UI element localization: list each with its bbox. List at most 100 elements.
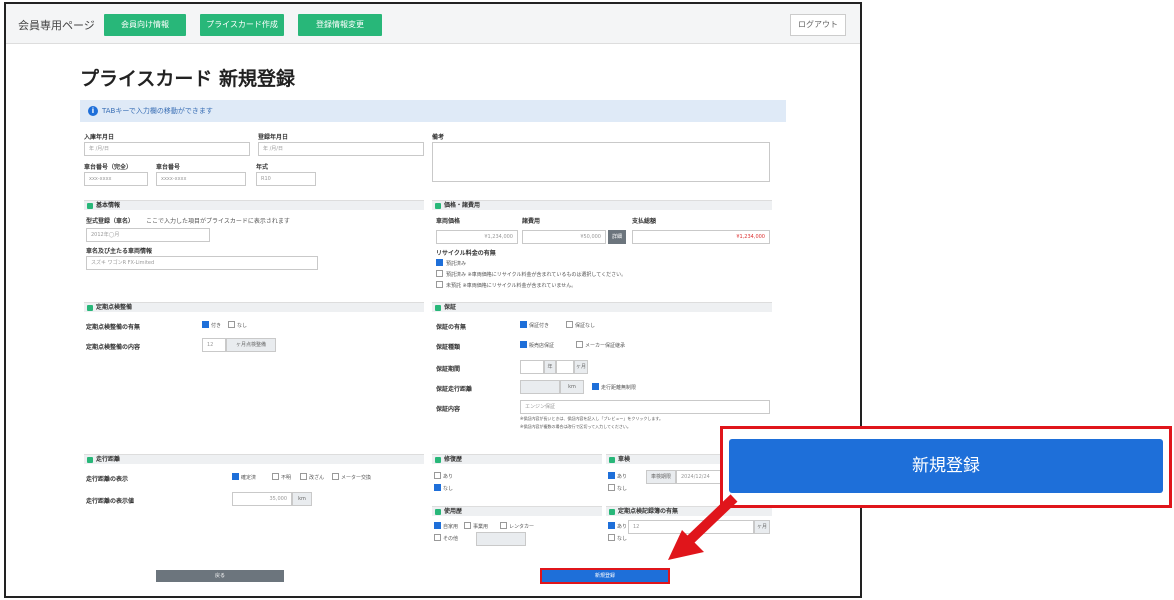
vehicle-inspection-expiry-input[interactable]: 2024/12/24 — [676, 470, 726, 484]
nav-member-info-button[interactable]: 会員向け情報 — [104, 14, 186, 36]
maintenance-no-checkbox[interactable] — [608, 534, 615, 541]
warranty-type-label: 保証種類 — [436, 344, 461, 351]
warranty-yes-checkbox[interactable] — [520, 321, 527, 328]
register-date-input[interactable]: 年 /月/日 — [84, 142, 250, 156]
register-button-enlarged[interactable]: 新規登録 — [729, 439, 1163, 493]
warranty-detail-label: 保証内容 — [436, 406, 461, 413]
mileage-confirmed-label: 確定済 — [241, 475, 257, 481]
warranty-month-unit: ヶ月 — [574, 360, 588, 374]
registration-date-input[interactable]: 年 /月/日 — [258, 142, 424, 156]
total-price-label: 支払総額 — [632, 218, 657, 225]
page-title: プライスカード 新規登録 — [80, 68, 296, 90]
warranty-month-input[interactable] — [556, 360, 574, 374]
warranty-dealer-checkbox[interactable] — [520, 341, 527, 348]
vehicle-number2-input[interactable]: xxxx-xxxx — [156, 172, 246, 186]
mileage-unit: km — [292, 492, 312, 506]
year-input[interactable]: R10 — [256, 172, 316, 186]
warranty-no-checkbox[interactable] — [566, 321, 573, 328]
warranty-note-1: ※保証内容が長いときは、保証内容を記入し「プレビュー」をクリックします。 — [520, 416, 663, 421]
remarks-label: 備考 — [432, 134, 445, 141]
inspection-yes-checkbox[interactable] — [202, 321, 209, 328]
expenses-label: 諸費用 — [522, 218, 541, 225]
warranty-year-unit: 年 — [544, 360, 556, 374]
warranty-distance-unit: km — [560, 380, 584, 394]
inspection-no-label: なし — [237, 323, 248, 329]
registration-date-label: 登録年月日 — [258, 134, 289, 141]
warranty-detail-input[interactable]: エンジン保証 — [520, 400, 770, 414]
vehicle-price-label: 車両価格 — [436, 218, 461, 225]
mileage-value-input[interactable]: 35,000 — [232, 492, 292, 506]
total-price-input[interactable]: ¥1,234,000 — [632, 230, 770, 244]
back-button[interactable]: 戻る — [156, 570, 284, 582]
recycle-option-1-checkbox[interactable] — [436, 259, 443, 266]
warranty-note-2: ※保証内容が複数の場合は改行で区切って入力してください。 — [520, 424, 631, 429]
top-navigation-bar: 会員専用ページ 会員向け情報 プライスカード作成 登録情報変更 ログアウト — [6, 4, 860, 44]
section-repair-history: 修復歴 — [432, 454, 602, 464]
maintenance-yes-checkbox[interactable] — [608, 522, 615, 529]
warranty-presence-label: 保証の有無 — [436, 324, 467, 331]
mileage-tampered-checkbox[interactable] — [300, 473, 307, 480]
inspection-yes-label: 付き — [211, 323, 222, 329]
recycle-option-2-checkbox[interactable] — [436, 270, 443, 277]
vehicle-number-input[interactable]: xxx-xxxx — [84, 172, 148, 186]
mileage-presence-label: 走行距離の表示 — [86, 476, 129, 483]
repair-no-label: なし — [443, 486, 454, 492]
expenses-input[interactable]: ¥50,000 — [522, 230, 606, 244]
usage-business-label: 事業用 — [473, 524, 489, 530]
warranty-no-label: 保証なし — [575, 323, 596, 329]
inspection-no-checkbox[interactable] — [228, 321, 235, 328]
logout-button[interactable]: ログアウト — [790, 14, 846, 36]
mileage-confirmed-checkbox[interactable] — [232, 473, 239, 480]
maintenance-value-input[interactable]: 12 — [628, 520, 754, 534]
maintenance-no-label: なし — [617, 536, 628, 542]
recycle-option-2-label: 預託済み ※車両価格にリサイクル料金が含まれているものは選択してください。 — [446, 272, 627, 278]
inspection-presence-label: 定期点検整備の有無 — [86, 324, 141, 331]
nav-registration-info-button[interactable]: 登録情報変更 — [298, 14, 382, 36]
warranty-year-input[interactable] — [520, 360, 544, 374]
vehicle-number2-label: 車台番号 — [156, 164, 181, 171]
warranty-distance-input[interactable] — [520, 380, 560, 394]
nav-price-card-button[interactable]: プライスカード作成 — [200, 14, 284, 36]
section-inspection: 定期点検整備 — [84, 302, 424, 312]
warranty-maker-checkbox[interactable] — [576, 341, 583, 348]
vehicle-price-input[interactable]: ¥1,234,000 — [436, 230, 518, 244]
inspection-content-input[interactable]: 12 — [202, 338, 226, 352]
remarks-textarea[interactable] — [432, 142, 770, 182]
section-warranty: 保証 — [432, 302, 772, 312]
info-banner: i TABキーで入力欄の移動ができます — [80, 100, 786, 122]
vehicle-number-label: 車台番号（完全） — [84, 164, 133, 171]
speedometer-icon — [87, 457, 93, 463]
info-icon: i — [88, 106, 98, 116]
mileage-value-label: 走行距離の表示値 — [86, 498, 135, 505]
callout-highlight-box: 新規登録 — [720, 426, 1172, 508]
usage-rental-checkbox[interactable] — [500, 522, 507, 529]
repair-yes-checkbox[interactable] — [434, 472, 441, 479]
warranty-unlimited-label: 走行距離無制限 — [601, 385, 637, 391]
recycle-option-3-checkbox[interactable] — [436, 281, 443, 288]
usage-other-checkbox[interactable] — [434, 534, 441, 541]
usage-private-checkbox[interactable] — [434, 522, 441, 529]
expenses-detail-button[interactable]: 詳細 — [608, 230, 626, 244]
register-button[interactable]: 新規登録 — [540, 568, 670, 584]
mileage-meter-checkbox[interactable] — [332, 473, 339, 480]
repair-no-checkbox[interactable] — [434, 484, 441, 491]
maker-model-input[interactable]: スズキ ワゴンR FX-Limited — [86, 256, 318, 270]
book-icon — [609, 509, 615, 515]
usage-business-checkbox[interactable] — [464, 522, 471, 529]
info-message: TABキーで入力欄の移動ができます — [102, 107, 213, 115]
wrench-icon — [87, 305, 93, 311]
register-date-label: 入庫年月日 — [84, 134, 115, 141]
maintenance-unit: ヶ月 — [754, 520, 770, 534]
car-icon — [435, 509, 441, 515]
vehicle-inspection-no-checkbox[interactable] — [608, 484, 615, 491]
shield-icon — [435, 305, 441, 311]
warranty-unlimited-checkbox[interactable] — [592, 383, 599, 390]
mileage-tampered-label: 改ざん — [309, 475, 325, 481]
inspection-content-label: 定期点検整備の内容 — [86, 344, 141, 351]
mileage-unknown-checkbox[interactable] — [272, 473, 279, 480]
vehicle-inspection-yes-checkbox[interactable] — [608, 472, 615, 479]
warranty-maker-label: メーカー保証継承 — [585, 343, 626, 349]
tool-icon — [435, 457, 441, 463]
usage-other-input[interactable] — [476, 532, 526, 546]
car-name-input[interactable]: 2012年◯月 — [86, 228, 210, 242]
